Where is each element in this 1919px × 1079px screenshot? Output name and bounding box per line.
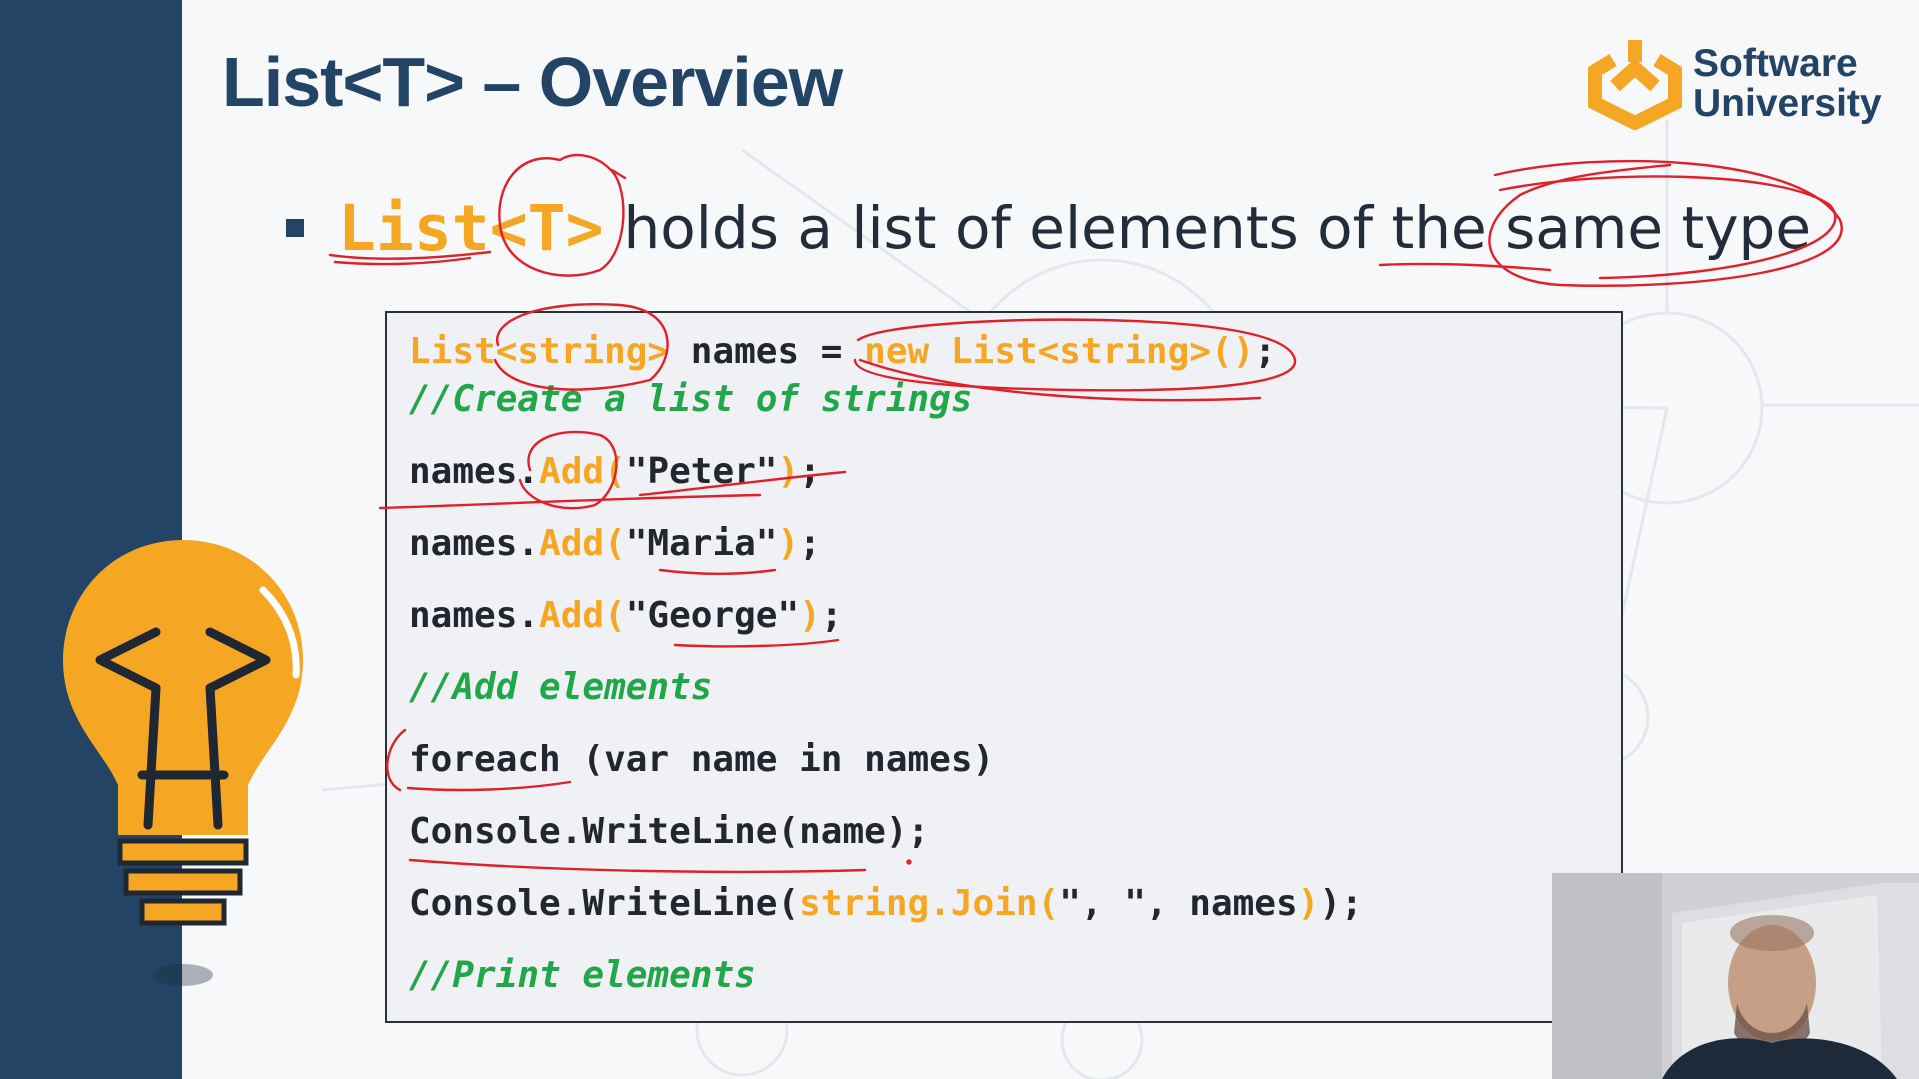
code-keyword-token: ) [799,595,821,636]
code-token: Console.WriteLine(name); [409,811,930,852]
code-token: ); [1319,883,1363,924]
code-keyword-token: ) [1297,883,1320,924]
code-token: "Peter" [625,451,778,492]
code-token: "George" [625,595,800,636]
square-bullet-icon [286,219,304,237]
logo-text-line2: University [1693,82,1882,125]
code-token: ; [1254,331,1276,372]
code-comment-token: //Add elements [409,667,713,708]
code-token: ; [799,523,821,564]
code-line-add-maria: names.Add("Maria"); [409,521,821,567]
code-token: ", ", names [1059,883,1298,924]
code-token: ; [799,451,821,492]
code-line-writeline-name: Console.WriteLine(name); [409,809,929,855]
code-token: names. [409,451,540,492]
code-keyword-token: Add( [539,451,626,492]
code-comment-token: //Print elements [409,955,756,996]
code-line-comment-print: //Print elements [409,953,756,999]
bullet-text: holds a list of elements of the same typ… [623,194,1812,262]
code-line-comment-add: //Add elements [409,665,712,711]
code-token: foreach (var name in names) [409,739,995,780]
logo-text-line1: Software [1693,42,1858,85]
code-line-add-peter: names.Add("Peter"); [409,449,821,495]
code-token: names = [669,331,865,372]
code-keyword-token: ) [777,523,800,564]
software-university-logo-icon [1588,40,1682,130]
bullet-point: List<T> holds a list of elements of the … [286,188,1811,268]
software-university-logo: Software University [1585,38,1895,130]
code-line-comment-create: //Create a list of strings [409,377,973,423]
code-block: List<string> names = new List<string>();… [385,311,1623,1023]
code-token: "Maria" [625,523,778,564]
code-line-writeline-join: Console.WriteLine(string.Join(", ", name… [409,881,1363,927]
code-token: names. [409,523,540,564]
code-token: names. [409,595,540,636]
code-keyword-token: List<string> [409,331,670,372]
slide-title: List<T> – Overview [222,43,843,121]
lightbulb-code-icon [63,540,303,986]
code-keyword-token: Add( [539,595,626,636]
code-line-foreach: foreach (var name in names) [409,737,994,783]
code-comment-token: //Create a list of strings [409,379,973,420]
code-keyword-token: Add( [539,523,626,564]
code-line-declaration: List<string> names = new List<string>(); [409,329,1276,375]
code-line-add-george: names.Add("George"); [409,593,843,639]
bullet-code-term: List<T> [338,191,604,265]
code-token: ; [820,595,843,636]
code-keyword-token: string.Join( [799,883,1060,924]
code-token: Console.WriteLine( [409,883,800,924]
code-keyword-token: ) [777,451,800,492]
code-keyword-token: new List<string>() [864,331,1255,372]
presenter-webcam [1552,873,1919,1079]
